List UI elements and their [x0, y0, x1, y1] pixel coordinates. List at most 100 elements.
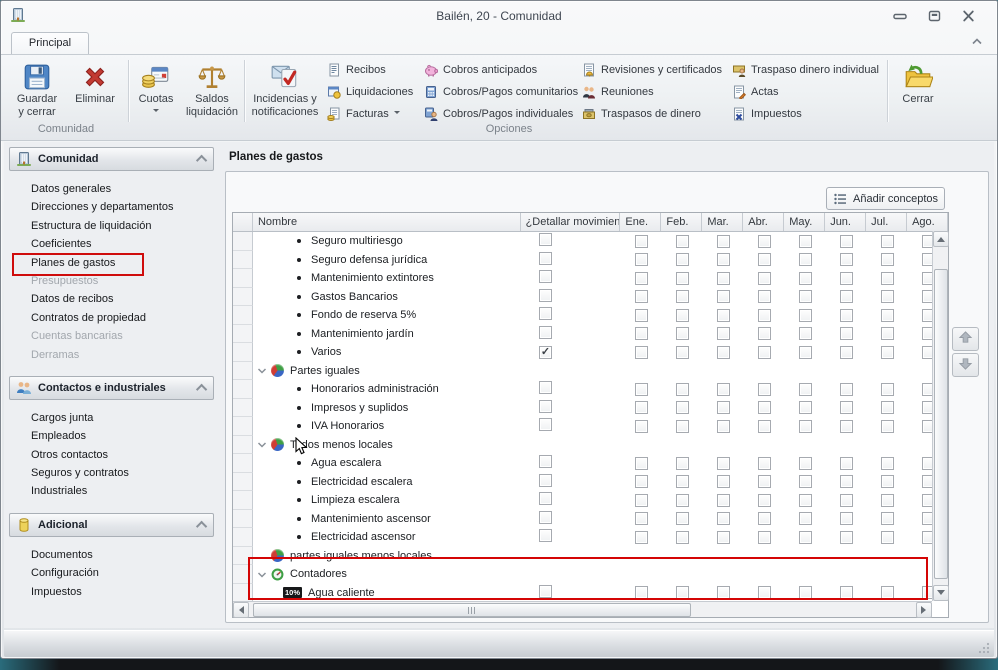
- scroll-right-button[interactable]: [916, 602, 932, 618]
- month-checkbox-Feb[interactable]: [676, 512, 689, 525]
- detallar-checkbox[interactable]: [539, 455, 552, 468]
- row-indicator[interactable]: [233, 232, 253, 251]
- group-row-contadores[interactable]: Contadores: [233, 565, 948, 584]
- sidebar-section-adicional[interactable]: Adicional: [9, 513, 214, 537]
- month-checkbox-May[interactable]: [799, 346, 812, 359]
- month-checkbox-Ene[interactable]: [635, 401, 648, 414]
- month-checkbox-Jun[interactable]: [840, 586, 853, 599]
- row-indicator[interactable]: [233, 343, 253, 362]
- month-checkbox-Jul[interactable]: [881, 401, 894, 414]
- row-indicator[interactable]: [233, 269, 253, 288]
- month-checkbox-Abr[interactable]: [758, 253, 771, 266]
- month-checkbox-Jun[interactable]: [840, 272, 853, 285]
- month-checkbox-Mar[interactable]: [717, 309, 730, 322]
- row-mantenimiento-ascensor[interactable]: Mantenimiento ascensor: [233, 510, 948, 529]
- month-checkbox-Feb[interactable]: [676, 475, 689, 488]
- cobros-anticipados-button[interactable]: Cobros anticipados: [421, 59, 577, 80]
- vertical-scrollbar[interactable]: [932, 231, 948, 601]
- move-row-up-button[interactable]: [952, 327, 979, 351]
- detallar-checkbox[interactable]: [539, 346, 552, 359]
- month-checkbox-Jul[interactable]: [881, 512, 894, 525]
- guardar-y-cerrar-button[interactable]: Guardar y cerrar: [9, 58, 65, 122]
- row-iva-honorarios[interactable]: IVA Honorarios: [233, 417, 948, 436]
- row-indicator[interactable]: [233, 251, 253, 270]
- column-header-feb[interactable]: Feb.: [661, 213, 702, 231]
- month-checkbox-May[interactable]: [799, 531, 812, 544]
- month-checkbox-Jun[interactable]: [840, 475, 853, 488]
- sidebar-item-datos-generales[interactable]: Datos generales: [9, 180, 214, 198]
- month-checkbox-Jul[interactable]: [881, 531, 894, 544]
- group-row-partes-iguales[interactable]: Partes iguales: [233, 362, 948, 381]
- horizontal-scrollbar-thumb[interactable]: [253, 603, 691, 617]
- month-checkbox-May[interactable]: [799, 253, 812, 266]
- month-checkbox-Jun[interactable]: [840, 346, 853, 359]
- row-electricidad-escalera[interactable]: Electricidad escalera: [233, 473, 948, 492]
- month-checkbox-Feb[interactable]: [676, 272, 689, 285]
- group-row-partes-iguales-menos-locales[interactable]: partes iguales menos locales: [233, 547, 948, 566]
- month-checkbox-Ene[interactable]: [635, 235, 648, 248]
- row-mantenimiento-jardin[interactable]: Mantenimiento jardín: [233, 325, 948, 344]
- row-indicator[interactable]: [233, 380, 253, 399]
- chevron-down-icon[interactable]: [257, 366, 267, 375]
- traspasos-de-dinero-button[interactable]: Traspasos de dinero: [579, 103, 727, 124]
- column-header-nombre[interactable]: Nombre: [253, 213, 521, 231]
- month-checkbox-May[interactable]: [799, 586, 812, 599]
- recibos-button[interactable]: Recibos: [324, 59, 420, 80]
- month-checkbox-Jun[interactable]: [840, 253, 853, 266]
- actas-button[interactable]: Actas: [729, 81, 887, 102]
- month-checkbox-Feb[interactable]: [676, 309, 689, 322]
- vertical-scrollbar-thumb[interactable]: [934, 269, 948, 579]
- sidebar-item-contratos-de-propiedad[interactable]: Contratos de propiedad: [9, 309, 214, 327]
- row-indicator[interactable]: [233, 454, 253, 473]
- sidebar-item-empleados[interactable]: Empleados: [9, 427, 214, 445]
- anadir-conceptos-button[interactable]: Añadir conceptos: [826, 187, 945, 210]
- month-checkbox-Ene[interactable]: [635, 346, 648, 359]
- sidebar-section-contactos-e-industriales[interactable]: Contactos e industriales: [9, 376, 214, 400]
- month-checkbox-Mar[interactable]: [717, 531, 730, 544]
- row-indicator[interactable]: [233, 565, 253, 584]
- sidebar-item-estructura-de-liquidacion[interactable]: Estructura de liquidación: [9, 217, 214, 235]
- row-indicator[interactable]: [233, 399, 253, 418]
- month-checkbox-Mar[interactable]: [717, 383, 730, 396]
- month-checkbox-Ene[interactable]: [635, 494, 648, 507]
- sidebar-item-impuestos[interactable]: Impuestos: [9, 583, 214, 601]
- row-indicator[interactable]: [233, 584, 253, 603]
- month-checkbox-Abr[interactable]: [758, 401, 771, 414]
- row-indicator[interactable]: [233, 473, 253, 492]
- month-checkbox-Abr[interactable]: [758, 383, 771, 396]
- detallar-checkbox[interactable]: [539, 270, 552, 283]
- month-checkbox-Ene[interactable]: [635, 290, 648, 303]
- row-indicator[interactable]: [233, 288, 253, 307]
- row-agua-escalera[interactable]: Agua escalera: [233, 454, 948, 473]
- scroll-left-button[interactable]: [233, 602, 249, 618]
- sidebar-item-documentos[interactable]: Documentos: [9, 546, 214, 564]
- horizontal-scrollbar[interactable]: [233, 601, 932, 617]
- month-checkbox-Abr[interactable]: [758, 531, 771, 544]
- month-checkbox-Jul[interactable]: [881, 272, 894, 285]
- month-checkbox-May[interactable]: [799, 383, 812, 396]
- month-checkbox-May[interactable]: [799, 401, 812, 414]
- sidebar-section-comunidad[interactable]: Comunidad: [9, 147, 214, 171]
- month-checkbox-Ene[interactable]: [635, 586, 648, 599]
- month-checkbox-Ene[interactable]: [635, 475, 648, 488]
- close-button[interactable]: [957, 9, 979, 25]
- row-fondo-de-reserva-5[interactable]: Fondo de reserva 5%: [233, 306, 948, 325]
- sidebar-item-derramas[interactable]: Derramas: [9, 346, 214, 364]
- column-header-jun[interactable]: Jun.: [825, 213, 866, 231]
- column-header-mar[interactable]: Mar.: [702, 213, 743, 231]
- month-checkbox-May[interactable]: [799, 457, 812, 470]
- month-checkbox-Jun[interactable]: [840, 309, 853, 322]
- month-checkbox-Ene[interactable]: [635, 420, 648, 433]
- month-checkbox-Jul[interactable]: [881, 235, 894, 248]
- month-checkbox-Abr[interactable]: [758, 457, 771, 470]
- row-agua-caliente[interactable]: 10%Agua caliente: [233, 584, 948, 603]
- row-mantenimiento-extintores[interactable]: Mantenimiento extintores: [233, 269, 948, 288]
- month-checkbox-Ene[interactable]: [635, 327, 648, 340]
- cobros-pagos-comunitarios-button[interactable]: Cobros/Pagos comunitarios: [421, 81, 577, 102]
- month-checkbox-Jul[interactable]: [881, 457, 894, 470]
- column-header-may[interactable]: May.: [784, 213, 825, 231]
- month-checkbox-Mar[interactable]: [717, 494, 730, 507]
- tab-principal[interactable]: Principal: [11, 32, 89, 54]
- detallar-checkbox[interactable]: [539, 252, 552, 265]
- incidencias-button[interactable]: Incidencias y notificaciones: [247, 58, 323, 122]
